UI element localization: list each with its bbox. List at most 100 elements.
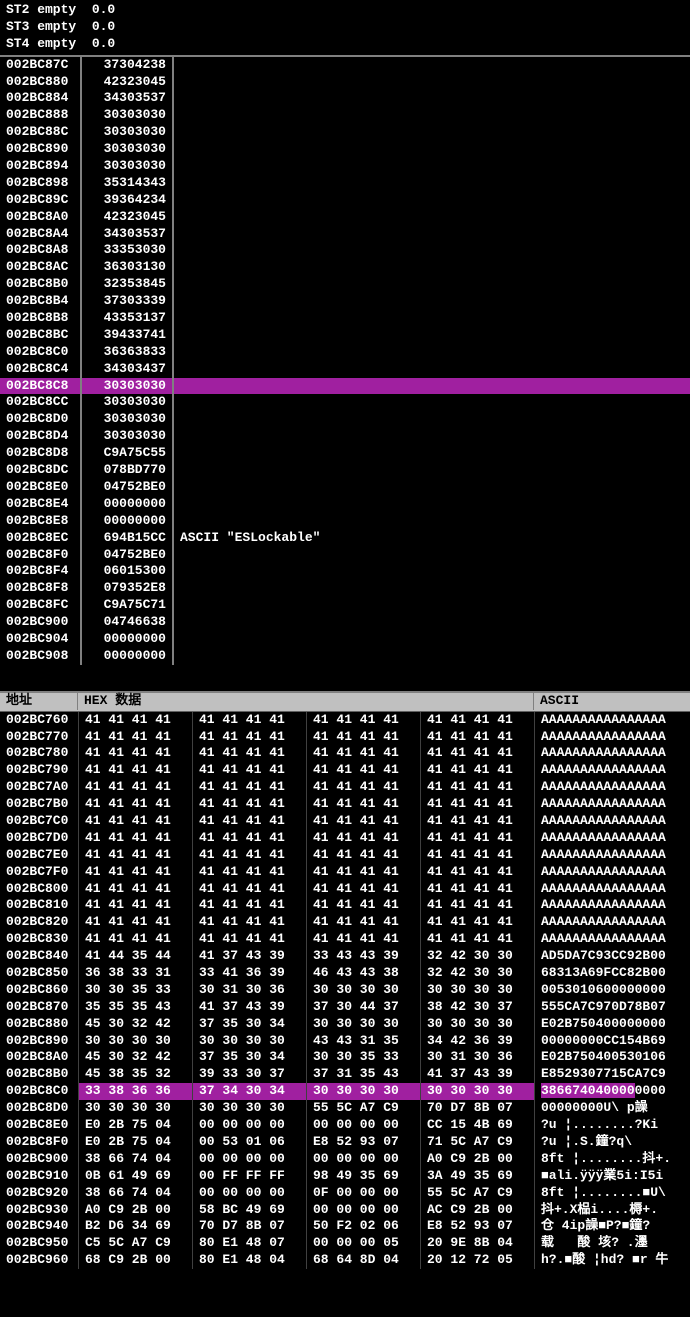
stack-row[interactable]: 002BC8E004752BE0: [0, 479, 690, 496]
stack-row[interactable]: 002BC8FCC9A75C71: [0, 597, 690, 614]
hex-row[interactable]: 002BC7F041 41 41 4141 41 41 4141 41 41 4…: [0, 864, 690, 881]
hex-bytes: 41 41 41 4141 41 41 4141 41 41 4141 41 4…: [78, 914, 534, 931]
stack-comment: [174, 631, 690, 648]
hex-row[interactable]: 002BC7C041 41 41 4141 41 41 4141 41 41 4…: [0, 813, 690, 830]
stack-row[interactable]: 002BC8CC30303030: [0, 394, 690, 411]
stack-row[interactable]: 002BC87C37304238: [0, 57, 690, 74]
stack-address: 002BC8E0: [0, 479, 82, 496]
hex-row[interactable]: 002BC8A045 30 32 4237 35 30 3430 30 35 3…: [0, 1049, 690, 1066]
stack-row[interactable]: 002BC90400000000: [0, 631, 690, 648]
hex-row[interactable]: 002BC8D030 30 30 3030 30 30 3055 5C A7 C…: [0, 1100, 690, 1117]
stack-row[interactable]: 002BC8C036363833: [0, 344, 690, 361]
stack-row[interactable]: 002BC88434303537: [0, 90, 690, 107]
hex-row[interactable]: 002BC86030 30 35 3330 31 30 3630 30 30 3…: [0, 982, 690, 999]
register-line: ST4 empty 0.0: [6, 36, 684, 53]
stack-row[interactable]: 002BC8A042323045: [0, 209, 690, 226]
stack-row[interactable]: 002BC90004746638: [0, 614, 690, 631]
stack-row[interactable]: 002BC8EC694B15CCASCII "ESLockable": [0, 530, 690, 547]
hex-row[interactable]: 002BC78041 41 41 4141 41 41 4141 41 41 4…: [0, 745, 690, 762]
hex-row[interactable]: 002BC80041 41 41 4141 41 41 4141 41 41 4…: [0, 881, 690, 898]
column-hex[interactable]: HEX 数据: [78, 693, 534, 710]
stack-row[interactable]: 002BC8C434303437: [0, 361, 690, 378]
hex-address: 002BC960: [0, 1252, 78, 1269]
column-ascii[interactable]: ASCII: [534, 693, 690, 710]
hex-row[interactable]: 002BC88045 30 32 4237 35 30 3430 30 30 3…: [0, 1016, 690, 1033]
stack-row[interactable]: 002BC8D030303030: [0, 411, 690, 428]
stack-pane[interactable]: 002BC87C37304238002BC88042323045002BC884…: [0, 57, 690, 693]
stack-row[interactable]: 002BC8E400000000: [0, 496, 690, 513]
hex-row[interactable]: 002BC7B041 41 41 4141 41 41 4141 41 41 4…: [0, 796, 690, 813]
hex-row[interactable]: 002BC84041 44 35 4441 37 43 3933 43 43 3…: [0, 948, 690, 965]
hex-row[interactable]: 002BC7E041 41 41 4141 41 41 4141 41 41 4…: [0, 847, 690, 864]
hex-byte-group: 41 41 41 41: [192, 712, 306, 729]
hex-byte-group: E0 2B 75 04: [78, 1134, 192, 1151]
hex-row[interactable]: 002BC77041 41 41 4141 41 41 4141 41 41 4…: [0, 729, 690, 746]
hex-byte-group: 30 30 35 33: [78, 982, 192, 999]
hex-byte-group: 37 30 44 37: [306, 999, 420, 1016]
stack-row[interactable]: 002BC89C39364234: [0, 192, 690, 209]
hex-row[interactable]: 002BC83041 41 41 4141 41 41 4141 41 41 4…: [0, 931, 690, 948]
hex-row[interactable]: 002BC7A041 41 41 4141 41 41 4141 41 41 4…: [0, 779, 690, 796]
stack-row[interactable]: 002BC8D8C9A75C55: [0, 445, 690, 462]
hex-ascii: E8529307715CA7C9: [534, 1066, 690, 1083]
hex-row[interactable]: 002BC9100B 61 49 6900 FF FF FF98 49 35 6…: [0, 1168, 690, 1185]
stack-row[interactable]: 002BC8B032353845: [0, 276, 690, 293]
hex-row[interactable]: 002BC8E0E0 2B 75 0400 00 00 0000 00 00 0…: [0, 1117, 690, 1134]
hex-dump-pane[interactable]: 002BC76041 41 41 4141 41 41 4141 41 41 4…: [0, 712, 690, 1269]
hex-row[interactable]: 002BC87035 35 35 4341 37 43 3937 30 44 3…: [0, 999, 690, 1016]
stack-row[interactable]: 002BC90800000000: [0, 648, 690, 665]
hex-row[interactable]: 002BC8F0E0 2B 75 0400 53 01 06E8 52 93 0…: [0, 1134, 690, 1151]
stack-comment: [174, 158, 690, 175]
stack-row[interactable]: 002BC8E800000000: [0, 513, 690, 530]
stack-row[interactable]: 002BC89430303030: [0, 158, 690, 175]
hex-byte-group: CC 15 4B 69: [420, 1117, 534, 1134]
hex-bytes: 45 30 32 4237 35 30 3430 30 35 3330 31 3…: [78, 1049, 534, 1066]
hex-row[interactable]: 002BC7D041 41 41 4141 41 41 4141 41 41 4…: [0, 830, 690, 847]
hex-row[interactable]: 002BC89030 30 30 3030 30 30 3043 43 31 3…: [0, 1033, 690, 1050]
stack-comment: [174, 563, 690, 580]
stack-address: 002BC8D0: [0, 411, 82, 428]
stack-row[interactable]: 002BC8DC078BD770: [0, 462, 690, 479]
stack-row[interactable]: 002BC88C30303030: [0, 124, 690, 141]
hex-row[interactable]: 002BC96068 C9 2B 0080 E1 48 0468 64 8D 0…: [0, 1252, 690, 1269]
stack-row[interactable]: 002BC89835314343: [0, 175, 690, 192]
hex-row[interactable]: 002BC81041 41 41 4141 41 41 4141 41 41 4…: [0, 897, 690, 914]
stack-row[interactable]: 002BC8C830303030: [0, 378, 690, 395]
stack-row[interactable]: 002BC8A833353030: [0, 242, 690, 259]
stack-row[interactable]: 002BC89030303030: [0, 141, 690, 158]
hex-row[interactable]: 002BC950C5 5C A7 C980 E1 48 0700 00 00 0…: [0, 1235, 690, 1252]
hex-bytes: E0 2B 75 0400 00 00 0000 00 00 00CC 15 4…: [78, 1117, 534, 1134]
stack-row[interactable]: 002BC8B437303339: [0, 293, 690, 310]
stack-row[interactable]: 002BC88830303030: [0, 107, 690, 124]
hex-row[interactable]: 002BC79041 41 41 4141 41 41 4141 41 41 4…: [0, 762, 690, 779]
stack-row[interactable]: 002BC88042323045: [0, 74, 690, 91]
stack-row[interactable]: 002BC8B843353137: [0, 310, 690, 327]
stack-row[interactable]: 002BC8F406015300: [0, 563, 690, 580]
hex-address: 002BC940: [0, 1218, 78, 1235]
stack-row[interactable]: 002BC8F8079352E8: [0, 580, 690, 597]
hex-byte-group: 41 41 41 41: [420, 779, 534, 796]
stack-row[interactable]: 002BC8D430303030: [0, 428, 690, 445]
hex-row[interactable]: 002BC92038 66 74 0400 00 00 000F 00 00 0…: [0, 1185, 690, 1202]
hex-row[interactable]: 002BC82041 41 41 4141 41 41 4141 41 41 4…: [0, 914, 690, 931]
hex-row[interactable]: 002BC76041 41 41 4141 41 41 4141 41 41 4…: [0, 712, 690, 729]
hex-byte-group: 41 41 41 41: [306, 712, 420, 729]
hex-row[interactable]: 002BC85036 38 33 3133 41 36 3946 43 43 3…: [0, 965, 690, 982]
hex-byte-group: 41 41 41 41: [306, 779, 420, 796]
hex-address: 002BC780: [0, 745, 78, 762]
stack-row[interactable]: 002BC8F004752BE0: [0, 547, 690, 564]
hex-row[interactable]: 002BC90038 66 74 0400 00 00 0000 00 00 0…: [0, 1151, 690, 1168]
hex-row[interactable]: 002BC8B045 38 35 3239 33 30 3737 31 35 4…: [0, 1066, 690, 1083]
hex-byte-group: 32 42 30 30: [420, 948, 534, 965]
stack-value: 34303537: [82, 90, 174, 107]
hex-row[interactable]: 002BC940B2 D6 34 6970 D7 8B 0750 F2 02 0…: [0, 1218, 690, 1235]
hex-row[interactable]: 002BC8C033 38 36 3637 34 30 3430 30 30 3…: [0, 1083, 690, 1100]
hex-byte-group: 41 41 41 41: [420, 796, 534, 813]
hex-ascii: h?.■酸 ¦hd? ■r 牛: [534, 1252, 690, 1269]
stack-row[interactable]: 002BC8BC39433741: [0, 327, 690, 344]
stack-address: 002BC8C0: [0, 344, 82, 361]
stack-row[interactable]: 002BC8AC36303130: [0, 259, 690, 276]
column-address[interactable]: 地址: [0, 693, 78, 710]
hex-row[interactable]: 002BC930A0 C9 2B 0058 BC 49 6900 00 00 0…: [0, 1202, 690, 1219]
stack-row[interactable]: 002BC8A434303537: [0, 226, 690, 243]
